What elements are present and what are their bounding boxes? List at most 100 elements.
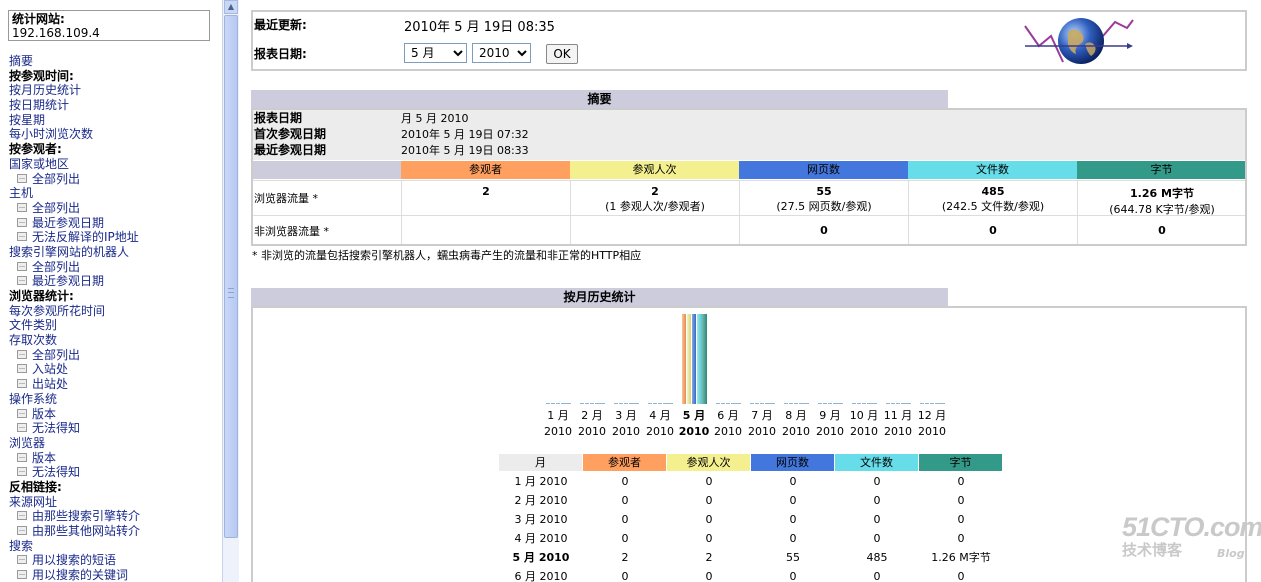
nav-subitem[interactable]: 无法得知	[9, 465, 221, 480]
nav-item[interactable]: 浏览器	[9, 436, 221, 451]
nonbrowser-traffic-cell: 0	[908, 216, 1077, 244]
chart-bar-2	[755, 403, 759, 404]
chart-month-label: 6 月	[717, 409, 739, 422]
history-value-cell: 0	[621, 570, 629, 582]
nav-section-heading: 按参观时间:	[9, 68, 74, 83]
nav-subitem[interactable]: 由那些搜索引擎转介	[9, 509, 221, 524]
nav-item[interactable]: 操作系统	[9, 392, 221, 407]
scrollbar-thumb[interactable]	[224, 15, 238, 538]
chart-month-label: 5 月	[682, 409, 706, 422]
left-frame-scrollbar[interactable]: ▲	[222, 0, 239, 582]
nav-item[interactable]: 来源网址	[9, 495, 221, 510]
ok-button[interactable]: OK	[546, 44, 578, 64]
nav-item[interactable]: 文件类别	[9, 318, 221, 333]
nav-subitem[interactable]: 全部列出	[9, 348, 221, 363]
history-value-cell: 0	[789, 513, 797, 526]
browser-traffic-subvalue: (27.5 网页数/参观)	[776, 200, 872, 213]
browser-traffic-cell: 1.26 M字节 (644.78 K字节/参观)	[1077, 181, 1245, 216]
chart-bar-1	[750, 403, 754, 404]
nav-subitem[interactable]: 入站处	[9, 362, 221, 377]
chart-bar-2	[789, 403, 793, 404]
nonbrowser-traffic-value: 0	[989, 224, 997, 237]
browser-traffic-subvalue: (1 参观人次/参观者)	[605, 200, 705, 213]
summary-row: 最近参观日期 2010年 5 月 19日 08:33	[253, 143, 1245, 158]
history-value-cell: 0	[621, 494, 629, 507]
chart-bar-3	[896, 403, 900, 404]
summary-dates: 报表日期 月 5 月 2010 首次参观日期 2010年 5 月 19日 07:…	[253, 110, 1245, 160]
nav-section-heading: 反相链接:	[9, 479, 62, 494]
summary-row: 报表日期 月 5 月 2010	[253, 111, 1245, 126]
nav-item[interactable]: 按星期	[9, 113, 221, 128]
nav-item[interactable]: 按日期统计	[9, 98, 221, 113]
summary-footnote: * 非浏览的流量包括搜索引擎机器人，蠕虫病毒产生的流量和非正常的HTTP相应	[252, 249, 642, 262]
awstats-globe-logo-icon	[1024, 18, 1134, 64]
nav-subitem[interactable]: 全部列出	[9, 172, 221, 187]
chart-month-label: 4 月	[649, 409, 671, 422]
nonbrowser-traffic-value: 0	[1158, 224, 1166, 237]
history-value-cell: 1.26 M字节	[931, 551, 991, 564]
report-date-label: 报表日期:	[254, 47, 307, 61]
browser-traffic-cell: 2 (1 参观人次/参观者)	[570, 181, 739, 215]
monthly-history-chart	[546, 308, 956, 404]
nav-subitem[interactable]: 无法反解译的IP地址	[9, 230, 221, 245]
chart-month-label: 11 月	[883, 409, 913, 422]
chart-year-label: 2010	[578, 425, 606, 438]
history-month-cell: 3 月 2010	[514, 513, 568, 526]
history-value-cell: 0	[621, 513, 629, 526]
chart-bar-3	[760, 403, 764, 404]
table-row: 5 月 2010 2 2 55 485 1.26 M字节	[499, 548, 1003, 567]
nav-subitem[interactable]: 全部列出	[9, 201, 221, 216]
summary-row-value: 2010年 5 月 19日 07:32	[401, 128, 529, 141]
nav-item[interactable]: 按月历史统计	[9, 83, 221, 98]
nav-subitem[interactable]: 最近参观日期	[9, 216, 221, 231]
summary-column-header: 参观人次	[570, 161, 740, 179]
nav-subitem[interactable]: 版本	[9, 451, 221, 466]
history-column-header: 参观者	[583, 454, 667, 471]
history-column-header: 月	[499, 454, 583, 471]
browser-traffic-value: 2	[651, 185, 659, 198]
chart-bar-1	[682, 314, 686, 404]
year-select[interactable]: 2010	[472, 43, 531, 63]
browser-traffic-cell: 485 (242.5 文件数/参观)	[908, 181, 1077, 215]
nav-subitem[interactable]: 由那些其他网站转介	[9, 524, 221, 539]
chart-bar-3	[828, 403, 832, 404]
nav-item[interactable]: 搜索引擎网站的机器人	[9, 245, 221, 260]
nav-item[interactable]: 搜索	[9, 539, 221, 554]
nav-subitem[interactable]: 用以搜索的关键词	[9, 568, 221, 582]
nav-item[interactable]: 存取次数	[9, 333, 221, 348]
chart-bar-5	[600, 403, 605, 404]
nav-item[interactable]: 每小时浏览次数	[9, 127, 221, 142]
history-value-cell: 0	[957, 513, 965, 526]
table-row: 6 月 2010 0 0 0 0 0	[499, 567, 1003, 582]
nav-item[interactable]: 主机	[9, 186, 221, 201]
nav-subitem[interactable]: 最近参观日期	[9, 274, 221, 289]
nav-subitem[interactable]: 出站处	[9, 377, 221, 392]
main-frame: 最近更新: 2010年 5 月 19日 08:35 报表日期: 5 月 2010…	[240, 0, 1261, 582]
history-value-cell: 2	[621, 551, 629, 564]
chart-bar-2	[891, 403, 895, 404]
chart-bar-1	[648, 403, 652, 404]
month-select[interactable]: 5 月	[404, 43, 467, 63]
summary-row-label: 首次参观日期	[254, 127, 327, 141]
nonbrowser-traffic-cell	[570, 216, 739, 244]
watermark-line3: Blog	[1217, 547, 1245, 560]
nav-item[interactable]: 每次参观所花时间	[9, 304, 221, 319]
chart-year-label: 2010	[646, 425, 674, 438]
summary-row-label: 报表日期	[254, 111, 303, 125]
browser-traffic-value: 1.26 M字节	[1130, 187, 1194, 200]
nav-item[interactable]: 国家或地区	[9, 157, 221, 172]
scroll-up-arrow-icon[interactable]: ▲	[224, 0, 238, 14]
nav-subitem[interactable]: 用以搜索的短语	[9, 553, 221, 568]
chart-bar-1	[920, 403, 924, 404]
nav-subitem[interactable]: 版本	[9, 407, 221, 422]
chart-year-label: 2010	[714, 425, 742, 438]
history-value-cell: 0	[789, 570, 797, 582]
nav-subitem[interactable]: 无法得知	[9, 421, 221, 436]
chart-bar-5	[940, 403, 945, 404]
chart-month-label: 10 月	[849, 409, 879, 422]
table-row: 3 月 2010 0 0 0 0 0	[499, 510, 1003, 529]
nav-subitem[interactable]: 全部列出	[9, 260, 221, 275]
chart-bar-3	[930, 403, 934, 404]
chart-year-label: 2010	[816, 425, 844, 438]
nav-item[interactable]: 摘要	[9, 54, 221, 69]
